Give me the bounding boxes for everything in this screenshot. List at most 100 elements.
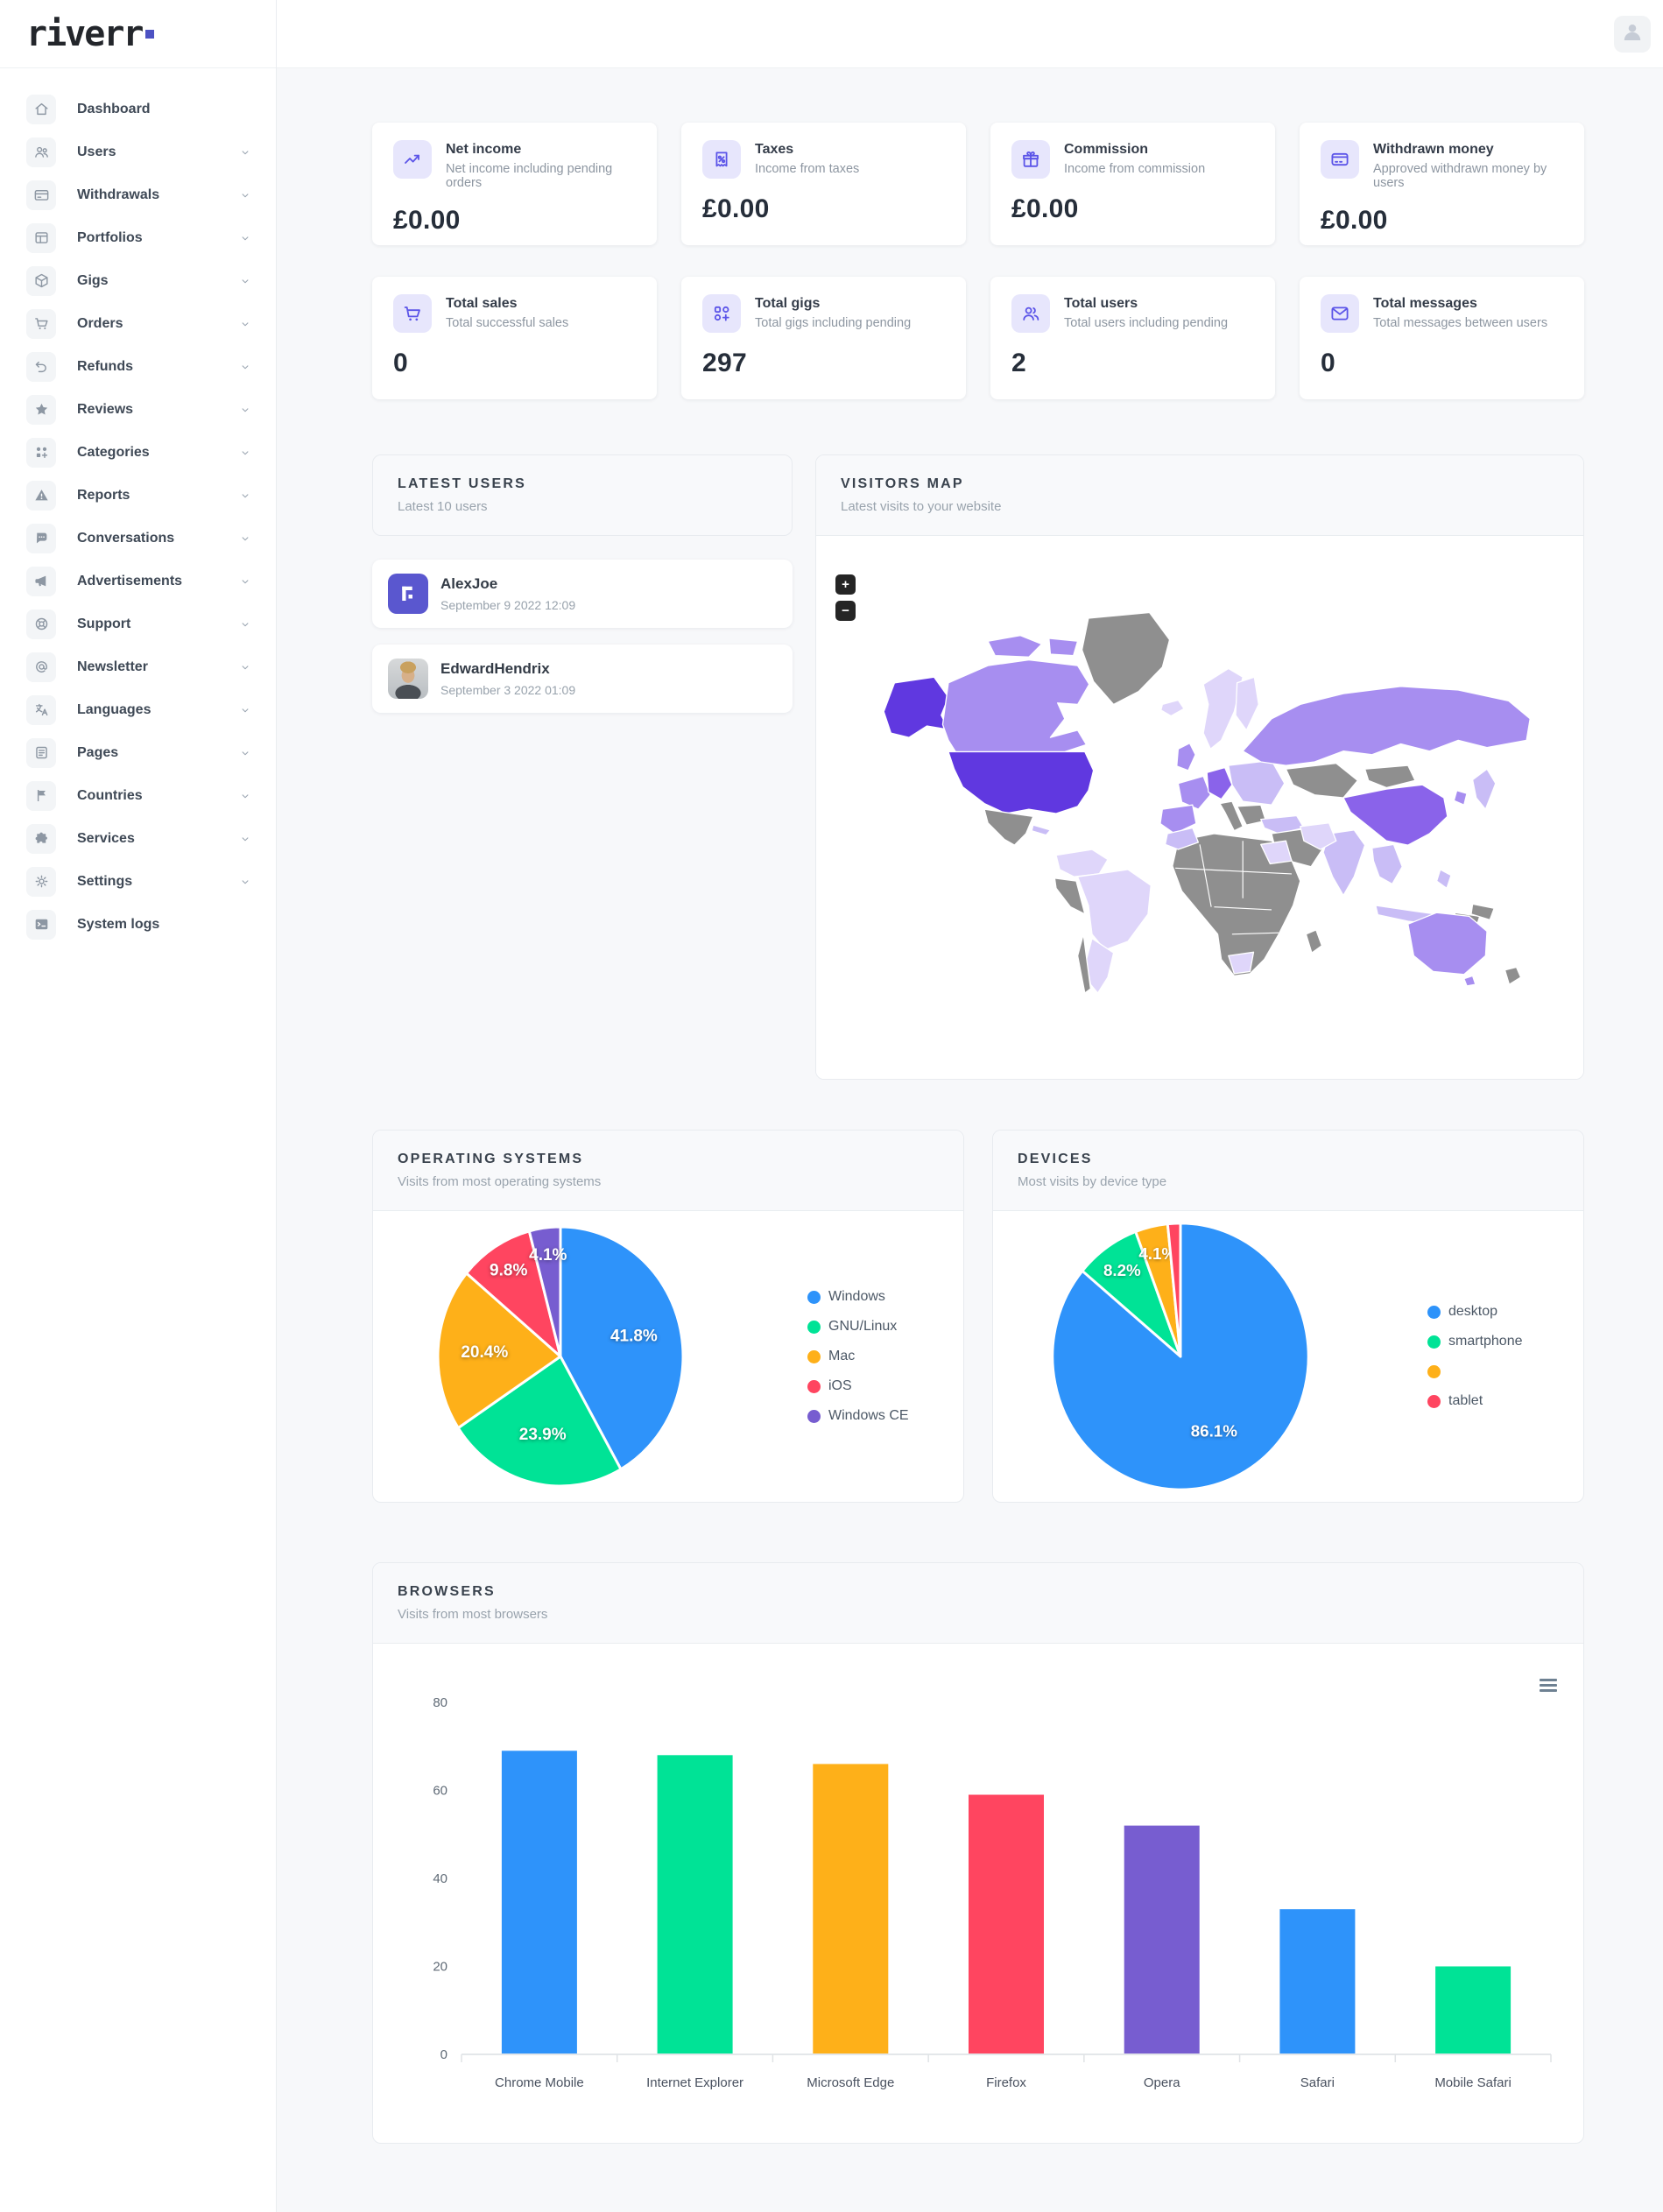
chevron-down-icon	[239, 447, 251, 459]
sidebar-item-newsletter[interactable]: Newsletter	[0, 645, 276, 688]
legend-dot	[807, 1349, 821, 1363]
visitors-map-subtitle: Latest visits to your website	[841, 499, 1002, 514]
legend-item-desktop[interactable]: desktop	[1427, 1297, 1523, 1327]
stat-value: £0.00	[702, 194, 770, 223]
stat-value: 2	[1011, 349, 1026, 377]
legend-item-smartphone[interactable]: smartphone	[1427, 1327, 1523, 1356]
stat-subtitle: Income from taxes	[755, 162, 860, 176]
stat-title: Total sales	[446, 296, 518, 311]
user-name: EdwardHendrix	[440, 660, 550, 677]
devices-chart: 86.1% 8.2% 4.1% desktop smartphone tablet	[993, 1211, 1583, 1502]
sidebar-item-countries[interactable]: Countries	[0, 774, 276, 817]
legend-label: desktop	[1448, 1304, 1498, 1319]
stat-subtitle: Total gigs including pending	[755, 316, 912, 330]
sidebar-item-withdrawals[interactable]: Withdrawals	[0, 173, 276, 216]
stat-value: £0.00	[1011, 194, 1079, 223]
operating-systems-title: OPERATING SYSTEMS	[398, 1152, 584, 1166]
stat-subtitle: Total users including pending	[1064, 316, 1229, 330]
browsers-bar-chart[interactable]: 0 20 40 60 80 Chrome Mobile Internet Explorer M…	[382, 1656, 1575, 2129]
svg-text:Internet Explorer: Internet Explorer	[646, 2075, 743, 2090]
card-icon	[26, 180, 56, 210]
chevron-down-icon	[239, 532, 251, 545]
sidebar-item-pages[interactable]: Pages	[0, 731, 276, 774]
main-area: Net income Net income including pending …	[277, 0, 1663, 2212]
legend-item-windows-ce[interactable]: Windows CE	[807, 1401, 909, 1431]
sidebar-item-settings[interactable]: Settings	[0, 860, 276, 903]
sidebar-item-portfolios[interactable]: Portfolios	[0, 216, 276, 259]
legend-label: smartphone	[1448, 1334, 1523, 1349]
stat-subtitle: Total successful sales	[446, 316, 569, 330]
operating-systems-pie[interactable]: 41.8% 23.9% 20.4% 9.8%4.1%	[412, 1216, 709, 1497]
sidebar-item-label: Support	[77, 616, 131, 631]
dashboard-content: Net income Net income including pending …	[277, 68, 1663, 2212]
map-alaska	[883, 676, 949, 738]
operating-systems-panel: OPERATING SYSTEMS Visits from most opera…	[372, 1130, 964, 1503]
legend-item-mac[interactable]: Mac	[807, 1342, 909, 1371]
sidebar-item-system-logs[interactable]: System logs	[0, 903, 276, 946]
visitors-world-map[interactable]	[841, 552, 1559, 1044]
sidebar-item-conversations[interactable]: Conversations	[0, 517, 276, 560]
sidebar-item-services[interactable]: Services	[0, 817, 276, 860]
stat-card-total-gigs: Total gigs Total gigs including pending …	[681, 277, 966, 399]
warning-icon	[26, 480, 56, 511]
app-root: riverr Dashboard Users Withdrawals Portfoli…	[0, 0, 1663, 2212]
sidebar-item-label: Countries	[77, 787, 143, 803]
stat-value: 297	[702, 349, 747, 377]
legend-dot	[807, 1409, 821, 1423]
at-icon	[26, 652, 56, 682]
legend-item-windows[interactable]: Windows	[807, 1282, 909, 1312]
user-date: September 3 2022 01:09	[440, 683, 576, 697]
sidebar-item-gigs[interactable]: Gigs	[0, 259, 276, 302]
chart-menu-icon[interactable]	[1540, 1679, 1557, 1694]
legend-item-gnu-linux[interactable]: GNU/Linux	[807, 1312, 909, 1342]
sidebar-item-reviews[interactable]: Reviews	[0, 388, 276, 431]
visitors-map-panel: VISITORS MAP Latest visits to your websi…	[815, 454, 1584, 1080]
sidebar-item-refunds[interactable]: Refunds	[0, 345, 276, 388]
legend-item-2[interactable]	[1427, 1356, 1523, 1386]
visitors-map-body: + −	[816, 536, 1583, 1079]
latest-users-header: LATEST USERS Latest 10 users	[372, 454, 793, 536]
legend-dot	[807, 1320, 821, 1334]
user-row-alexjoe[interactable]: AlexJoe September 9 2022 12:09	[372, 560, 793, 628]
brand-logo[interactable]: riverr	[0, 0, 276, 68]
brand-logo-text: riverr	[26, 13, 144, 54]
sidebar-item-advertisements[interactable]: Advertisements	[0, 560, 276, 602]
home-icon	[26, 94, 56, 124]
sidebar-item-reports[interactable]: Reports	[0, 474, 276, 517]
operating-systems-header: OPERATING SYSTEMS Visits from most opera…	[373, 1131, 963, 1211]
chevron-down-icon	[239, 404, 251, 416]
legend-item-tablet[interactable]: tablet	[1427, 1386, 1523, 1416]
trend-icon	[393, 140, 432, 179]
legend-dot	[1427, 1305, 1441, 1319]
sidebar-item-dashboard[interactable]: Dashboard	[0, 88, 276, 130]
sidebar-item-label: System logs	[77, 916, 160, 932]
svg-text:86.1%: 86.1%	[1191, 1421, 1237, 1440]
stat-card-total-users: Total users Total users including pendin…	[990, 277, 1275, 399]
svg-text:20.4%: 20.4%	[461, 1343, 508, 1362]
sidebar-item-label: Users	[77, 144, 116, 159]
chevron-down-icon	[239, 876, 251, 888]
legend-item-ios[interactable]: iOS	[807, 1371, 909, 1401]
sidebar-item-users[interactable]: Users	[0, 130, 276, 173]
sidebar-item-support[interactable]: Support	[0, 602, 276, 645]
profile-avatar-button[interactable]	[1614, 15, 1651, 53]
sidebar-item-orders[interactable]: Orders	[0, 302, 276, 345]
user-row-edwardhendrix[interactable]: EdwardHendrix September 3 2022 01:09	[372, 645, 793, 713]
sidebar-item-label: Reviews	[77, 401, 134, 417]
stat-value: £0.00	[1321, 206, 1388, 235]
doc-icon	[26, 737, 56, 768]
megaphone-icon	[26, 566, 56, 596]
sidebar-item-categories[interactable]: Categories	[0, 431, 276, 474]
operating-systems-chart: 41.8% 23.9% 20.4% 9.8% 4.1% Windows GNU/Linux…	[373, 1211, 963, 1502]
sidebar-item-label: Withdrawals	[77, 187, 160, 202]
map-mongolia	[1364, 764, 1416, 789]
avatar	[388, 659, 428, 699]
map-australia	[1407, 912, 1488, 976]
latest-users-title: LATEST USERS	[398, 476, 527, 491]
users-icon	[26, 137, 56, 167]
chevron-down-icon	[239, 275, 251, 287]
devices-pie[interactable]: 86.1%8.2%4.1%	[1032, 1216, 1329, 1497]
sidebar-item-label: Reports	[77, 487, 130, 503]
sidebar-item-languages[interactable]: Languages	[0, 688, 276, 731]
chevron-down-icon	[239, 490, 251, 502]
